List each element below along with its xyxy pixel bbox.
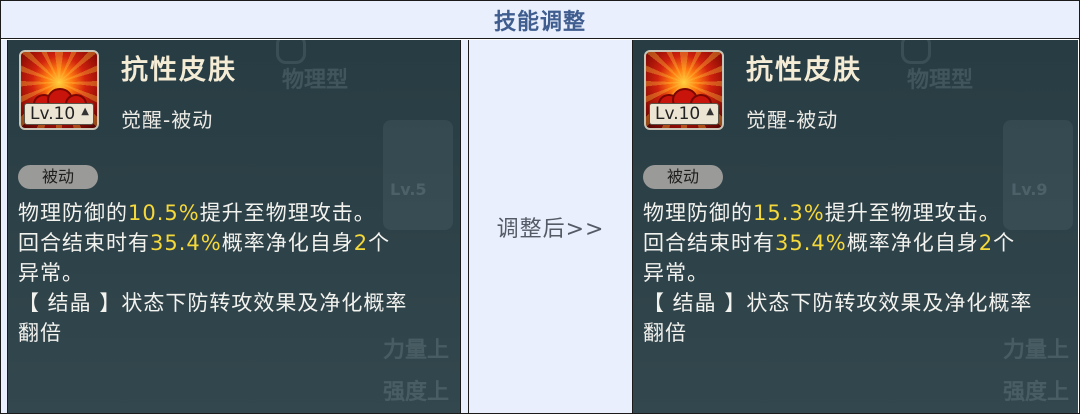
panel-separator [460,40,468,413]
header-bar: 技能调整 [1,1,1079,39]
purify-count: 2 [353,231,369,255]
skill-card-before: 物理型 Lv.5 力量上 强度上 Lv.10 ▲ 抗性皮肤 觉醒-被动 被动 物理… [8,40,460,413]
skill-description: 物理防御的10.5%提升至物理攻击。 回合结束时有35.4%概率净化自身2个 异… [18,198,448,348]
skill-icon: Lv.10 ▲ [19,50,99,130]
purify-count: 2 [978,231,994,255]
after-adjustment-label: 调整后>> [496,216,605,242]
skill-type: 觉醒-被动 [746,108,839,132]
skill-name: 抗性皮肤 [746,55,862,86]
ghost-text-type: 物理型 [907,68,974,93]
desc-line-5: 翻倍 [18,321,62,345]
purify-chance: 35.4% [150,231,222,255]
desc-line-3: 异常。 [643,261,709,285]
desc-line-2: 回合结束时有35.4%概率净化自身2个 [643,231,1016,255]
desc-line-4: 【 结晶 】状态下防转攻效果及净化概率 [643,291,1033,315]
adjustment-arrow-cell: 调整后>> [468,40,632,413]
level-badge: Lv.10 ▲ [24,103,94,125]
desc-line-5: 翻倍 [643,321,687,345]
ghost-text-2: 强度上 [1003,380,1070,405]
desc-line-1: 物理防御的10.5%提升至物理攻击。 [18,201,376,225]
ghost-text-level: Lv.5 [390,180,427,199]
ghost-edit-icon [276,40,306,64]
ghost-text-level: Lv.9 [1011,180,1048,199]
ghost-text-2: 强度上 [383,380,450,405]
skill-type: 觉醒-被动 [121,108,214,132]
desc-line-3: 异常。 [18,261,84,285]
defense-value: 15.3% [753,201,825,225]
defense-value: 10.5% [128,201,200,225]
desc-line-1: 物理防御的15.3%提升至物理攻击。 [643,201,1001,225]
level-badge: Lv.10 ▲ [649,103,719,125]
purify-chance: 35.4% [775,231,847,255]
passive-tag: 被动 [18,165,98,189]
ghost-text-type: 物理型 [282,68,349,93]
skill-name: 抗性皮肤 [121,55,237,86]
desc-line-2: 回合结束时有35.4%概率净化自身2个 [18,231,391,255]
ghost-edit-icon [901,40,931,64]
page-title: 技能调整 [493,9,586,35]
passive-tag: 被动 [643,165,723,189]
desc-line-4: 【 结晶 】状态下防转攻效果及净化概率 [18,291,408,315]
left-margin-strip [1,40,8,413]
skill-icon: Lv.10 ▲ [644,50,724,130]
skill-description: 物理防御的15.3%提升至物理攻击。 回合结束时有35.4%概率净化自身2个 异… [643,198,1073,348]
skill-card-after: 物理型 Lv.9 力量上 强度上 Lv.10 ▲ 抗性皮肤 觉醒-被动 被动 物理… [632,40,1078,413]
